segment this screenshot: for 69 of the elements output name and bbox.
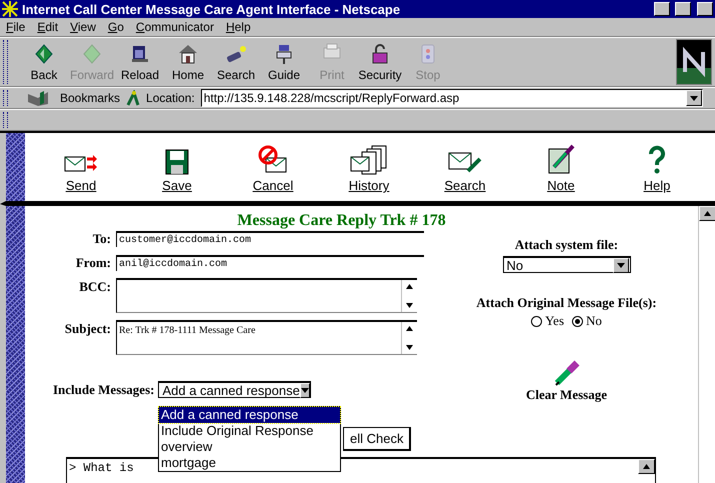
caret-icon[interactable] — [616, 262, 624, 268]
url-field[interactable]: http://135.9.148.228/mcscript/ReplyForward.asp — [200, 89, 703, 107]
nav-button[interactable]: Back — [20, 42, 68, 82]
dropdown-option[interactable]: overview — [159, 439, 340, 455]
field-label: BCC: — [78, 278, 111, 296]
field-label: Attach Original Message File(s): — [476, 295, 657, 311]
documents-envelope-icon — [350, 145, 388, 175]
scrollbar[interactable] — [698, 206, 715, 483]
input-field[interactable]: customer@iccdomain.com — [116, 231, 424, 247]
nav-button[interactable]: Home — [164, 42, 212, 82]
input-field[interactable]: anil@iccdomain.com — [116, 255, 424, 271]
notepad-pen-icon — [546, 143, 576, 175]
field-label: Subject: — [64, 320, 111, 338]
dropdown[interactable]: Add a canned response — [158, 381, 312, 398]
nav-button[interactable]: Security — [356, 42, 404, 82]
toolbar-link[interactable]: Save — [129, 133, 225, 193]
menu-item[interactable]: View — [64, 20, 102, 34]
netscape-logo-icon — [676, 39, 712, 85]
cancel-envelope-icon — [258, 145, 288, 175]
field-label: To: — [92, 230, 111, 247]
caret-icon[interactable] — [300, 388, 309, 392]
location-icon — [126, 90, 140, 106]
close-button[interactable] — [697, 2, 713, 16]
dropdown[interactable]: No — [502, 256, 630, 273]
clear-message-link[interactable]: Clear Message — [526, 387, 607, 403]
dropdown-option[interactable]: Add a canned response — [159, 407, 340, 423]
envelope-pen-icon — [448, 151, 482, 175]
toolbar-link[interactable]: Note — [513, 133, 609, 193]
scroll-up-arrow-icon[interactable] — [406, 326, 413, 331]
field-label: Include Messages: — [53, 382, 154, 398]
toolbar-link[interactable]: Search — [417, 133, 513, 193]
menu-item[interactable]: Help — [220, 20, 257, 34]
field-label: From: — [74, 254, 111, 271]
spell-check-button[interactable]: ell Check — [343, 427, 412, 451]
scroll-up-arrow-icon[interactable] — [406, 284, 413, 289]
menu-item[interactable]: Communicator — [130, 20, 220, 34]
location-label: Location: — [146, 91, 195, 105]
radio-button[interactable] — [531, 316, 542, 326]
nav-button[interactable]: Search — [212, 42, 260, 82]
menu-item[interactable]: File — [0, 20, 32, 34]
scroll-up-arrow-icon[interactable] — [704, 211, 711, 216]
toolbar-link[interactable]: Help — [609, 133, 705, 193]
menu-item[interactable]: Go — [102, 20, 130, 34]
nav-button[interactable]: Reload — [116, 42, 164, 82]
radio-button[interactable] — [572, 316, 584, 326]
menu-item[interactable]: Edit — [31, 20, 64, 34]
question-mark-icon — [648, 145, 666, 175]
dropdown-option[interactable]: Include Original Response — [159, 423, 340, 439]
caret-icon[interactable] — [690, 96, 698, 100]
scroll-up-arrow-icon[interactable] — [643, 464, 650, 469]
toolbar-link[interactable]: History — [321, 133, 417, 193]
scroll-down-arrow-icon[interactable] — [406, 303, 413, 308]
radio-label: No — [586, 313, 602, 329]
text-area[interactable]: Re: Trk # 178-1111 Message Care — [116, 320, 417, 355]
text-area[interactable] — [116, 278, 417, 313]
dropdown-option[interactable]: mortgage — [159, 455, 340, 471]
toolbar-link[interactable]: Send — [33, 133, 129, 193]
toolbar-link[interactable]: Cancel — [225, 133, 321, 193]
form-heading: Message Care Reply Trk # 178 — [236, 212, 447, 230]
bookmarks-label[interactable]: Bookmarks — [60, 91, 120, 105]
pattern-strip — [6, 133, 25, 201]
minimize-button[interactable] — [654, 2, 670, 16]
maximize-button[interactable] — [675, 2, 691, 16]
nav-button[interactable]: Guide — [260, 42, 308, 82]
scroll-down-arrow-icon[interactable] — [406, 345, 413, 350]
window-title: Internet Call Center Message Care Agent Interface - Netscape — [22, 2, 402, 16]
field-label: Attach system file: — [514, 237, 618, 253]
radio-label: Yes — [545, 313, 564, 329]
netscape-app-icon — [2, 1, 18, 17]
